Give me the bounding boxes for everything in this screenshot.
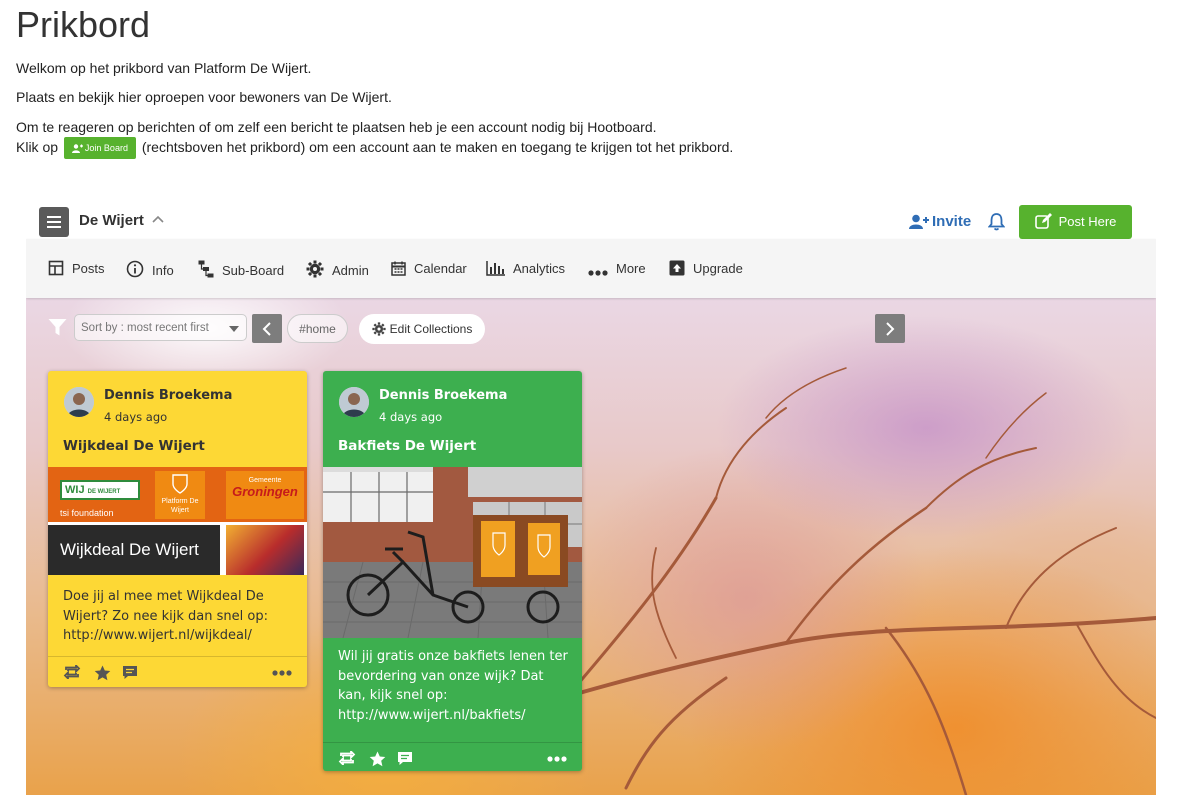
post-author[interactable]: Dennis Broekema: [379, 388, 507, 403]
edit-collections-button[interactable]: Edit Collections: [359, 314, 485, 344]
edit-icon: [1034, 213, 1052, 229]
sort-dropdown[interactable]: Sort by : most recent first: [74, 314, 247, 341]
info-icon: [126, 260, 144, 278]
nav-info[interactable]: Info: [126, 260, 174, 278]
repost-icon[interactable]: [63, 665, 81, 679]
author-photo: [64, 387, 94, 417]
nav-label: More: [616, 261, 646, 276]
posts-icon: [48, 260, 64, 276]
upgrade-icon: [669, 260, 685, 276]
post-card[interactable]: Dennis Broekema 4 days ago Wijkdeal De W…: [48, 371, 307, 687]
avatar: [64, 387, 94, 417]
nav-label: Calendar: [414, 261, 467, 276]
add-user-icon: [71, 144, 83, 154]
nav-label: Posts: [72, 261, 105, 276]
tsi-logo: tsi foundation: [60, 508, 114, 518]
shield-icon: [172, 474, 188, 494]
nav-analytics[interactable]: Analytics: [486, 260, 565, 278]
post-card[interactable]: Dennis Broekema 4 days ago Bakfiets De W…: [323, 371, 582, 771]
post-actions: [48, 656, 307, 687]
menu-toggle-button[interactable]: [39, 207, 69, 237]
author-photo: [339, 387, 369, 417]
nav-label: Analytics: [513, 261, 566, 276]
page-title: Prikbord: [16, 4, 151, 45]
avatar: [339, 387, 369, 417]
board-embed: De Wijert Invite Post Here Posts Info Su…: [26, 195, 1156, 795]
board-nav: Posts Info Sub-Board Admin Calendar Anal…: [26, 239, 1156, 298]
board-top-bar: De Wijert Invite Post Here: [26, 195, 1156, 239]
board-name[interactable]: De Wijert: [79, 212, 144, 229]
post-title: Wijkdeal De Wijert: [63, 438, 205, 454]
groningen-logo: Gemeente Groningen: [226, 471, 304, 519]
analytics-icon: [486, 261, 505, 276]
comment-icon[interactable]: [397, 751, 413, 766]
chevron-up-icon[interactable]: [152, 215, 164, 223]
star-icon[interactable]: [369, 751, 386, 767]
filter-icon[interactable]: [48, 318, 67, 337]
nav-sub-board[interactable]: Sub-Board: [198, 260, 284, 278]
nav-label: Admin: [332, 263, 369, 278]
post-image[interactable]: WIJ DE WIJERT tsi foundation Platform De…: [48, 467, 307, 575]
wij-logo: WIJ DE WIJERT: [60, 480, 140, 500]
comment-icon[interactable]: [122, 665, 138, 680]
post-here-label: Post Here: [1058, 214, 1117, 229]
wijkdeal-banner: Wijkdeal De Wijert: [48, 525, 220, 575]
sort-label: Sort by : most recent first: [81, 322, 209, 334]
gear-icon: [372, 322, 386, 336]
add-user-icon: [909, 214, 929, 229]
wij-logo-sub: DE WIJERT: [87, 489, 121, 495]
post-text: Wil jij gratis onze bakfiets lenen ter b…: [338, 649, 568, 723]
nav-posts[interactable]: Posts: [48, 260, 105, 278]
post-text: Doe jij al mee met Wijkdeal De Wijert? Z…: [63, 589, 268, 643]
intro-join-prefix: Klik op: [16, 139, 59, 155]
nav-label: Sub-Board: [222, 263, 285, 278]
intro-account-note: Om te reageren op berichten of om zelf e…: [16, 119, 657, 135]
chevron-left-icon: [262, 322, 271, 336]
bakfiets-photo: [323, 467, 582, 638]
invite-button[interactable]: Invite: [909, 213, 971, 230]
gear-icon: [306, 260, 324, 278]
bell-icon[interactable]: [988, 212, 1005, 231]
post-author[interactable]: Dennis Broekema: [104, 388, 232, 403]
more-options-icon[interactable]: [272, 670, 292, 676]
post-image[interactable]: [323, 467, 582, 638]
repost-icon[interactable]: [338, 751, 356, 765]
chevron-right-icon: [886, 322, 895, 336]
dots-icon: [588, 270, 608, 276]
nav-label: Upgrade: [693, 261, 743, 276]
sub-board-icon: [198, 260, 214, 278]
post-here-button[interactable]: Post Here: [1019, 205, 1132, 239]
intro-join-instruction: Klik op Join Board (rechtsboven het prik…: [16, 137, 734, 160]
calendar-icon: [391, 261, 406, 276]
post-time: 4 days ago: [379, 410, 443, 424]
scroll-right-button[interactable]: [875, 314, 905, 343]
caret-down-icon: [229, 326, 239, 332]
post-title: Bakfiets De Wijert: [338, 438, 477, 454]
intro-description: Plaats en bekijk hier oproepen voor bewo…: [16, 89, 392, 105]
invite-label: Invite: [932, 213, 972, 230]
tag-chip-home[interactable]: #home: [287, 314, 348, 343]
nav-admin[interactable]: Admin: [306, 260, 369, 278]
nav-label: Info: [152, 263, 174, 278]
intro-join-suffix: (rechtsboven het prikbord) om een accoun…: [141, 139, 734, 155]
more-options-icon[interactable]: [547, 756, 567, 762]
intro-welcome: Welkom op het prikbord van Platform De W…: [16, 60, 312, 76]
join-board-label: Join Board: [84, 143, 128, 154]
post-actions: [323, 742, 582, 771]
platform-logo-text: Platform De Wijert: [161, 498, 199, 514]
star-icon[interactable]: [94, 665, 111, 681]
wij-logo-text: WIJ: [65, 484, 85, 496]
platform-logo: Platform De Wijert: [155, 471, 205, 519]
hamburger-icon: [47, 216, 61, 228]
post-time: 4 days ago: [104, 410, 168, 424]
groningen-text: Groningen: [232, 484, 298, 499]
join-board-button[interactable]: Join Board: [63, 137, 136, 160]
edit-collections-label: Edit Collections: [389, 322, 473, 336]
people-photo: [226, 525, 304, 575]
nav-more[interactable]: More: [588, 260, 646, 278]
nav-upgrade[interactable]: Upgrade: [669, 260, 743, 278]
scroll-left-button[interactable]: [252, 314, 282, 343]
nav-calendar[interactable]: Calendar: [391, 260, 467, 278]
gemeente-text: Gemeente: [248, 477, 282, 484]
